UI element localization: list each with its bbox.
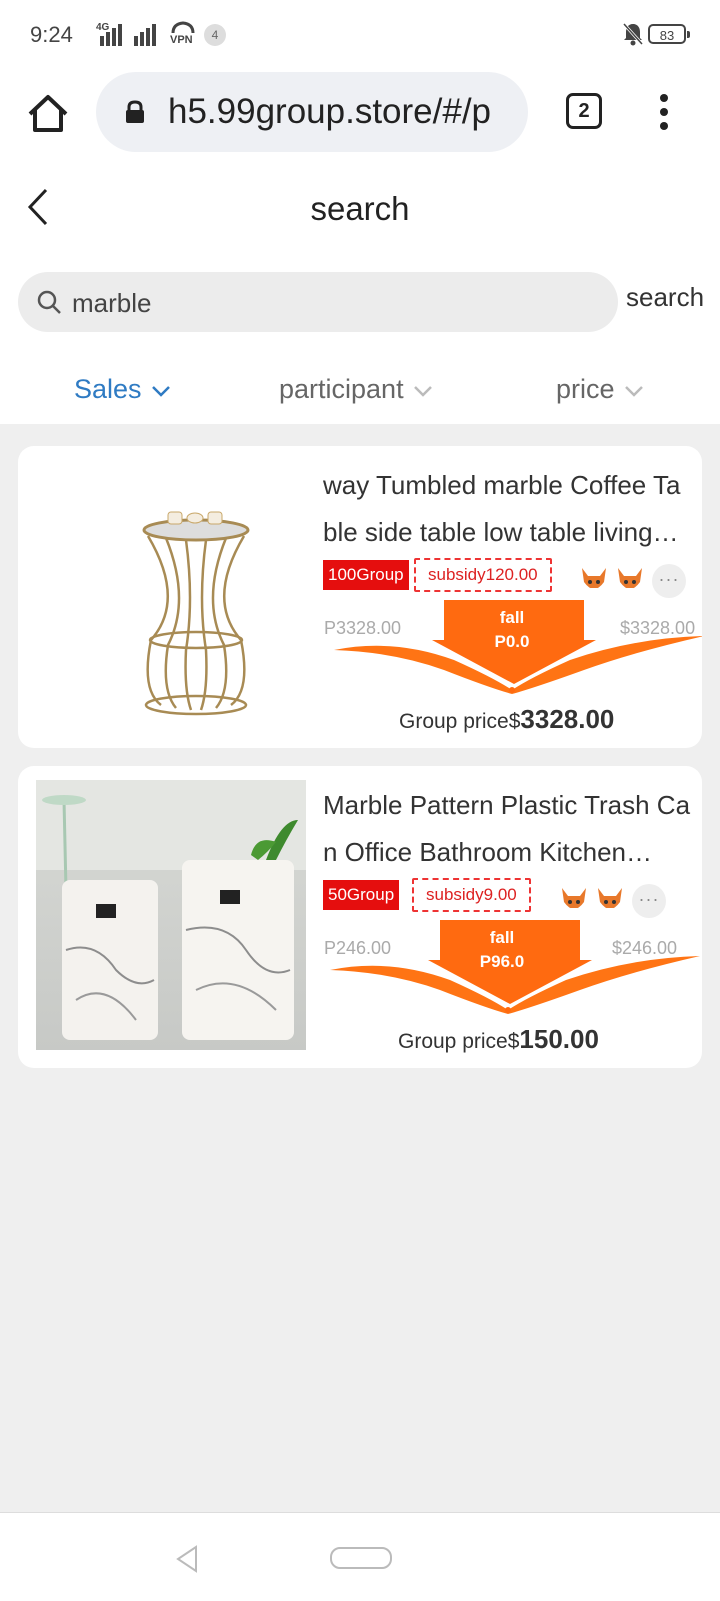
sort-tab-price[interactable]: price xyxy=(556,374,644,405)
group-badge: 100Group xyxy=(323,560,409,590)
group-badge: 50Group xyxy=(323,880,400,910)
fox-avatar-icon xyxy=(598,888,622,910)
url-text: h5.99group.store/#/p xyxy=(168,92,492,131)
search-input[interactable] xyxy=(70,282,594,324)
search-button[interactable]: search xyxy=(626,282,720,313)
sort-tab-label: price xyxy=(556,374,615,404)
sort-tab-label: participant xyxy=(279,374,404,404)
more-participants-button[interactable]: ··· xyxy=(652,564,686,598)
tab-switcher-button[interactable]: 2 xyxy=(566,93,602,129)
more-participants-button[interactable]: ··· xyxy=(632,884,666,918)
fall-label: fall xyxy=(489,928,515,947)
group-price-value: 150.00 xyxy=(519,1024,599,1054)
search-box[interactable] xyxy=(18,272,618,332)
page-header: search search Sales participant price xyxy=(0,168,720,424)
group-price-label: Group price$ xyxy=(398,1030,520,1053)
address-bar[interactable]: h5.99group.store/#/p xyxy=(96,72,528,152)
bell-off-icon xyxy=(622,22,644,46)
sort-tab-participant[interactable]: participant xyxy=(279,374,433,405)
group-price-label: Group price$ xyxy=(399,710,521,733)
nav-back-icon[interactable] xyxy=(174,1545,200,1573)
lock-icon xyxy=(126,100,144,123)
fall-value: P0.0 xyxy=(494,632,530,651)
status-bar: 9:24 4G VPN 4 83 xyxy=(0,0,720,70)
browser-toolbar: h5.99group.store/#/p 2 xyxy=(0,70,720,169)
sort-tab-label: Sales xyxy=(74,374,142,404)
nav-home-button[interactable] xyxy=(330,1547,392,1569)
chevron-down-icon xyxy=(625,385,643,397)
subsidy-badge: subsidy120.00 xyxy=(414,558,552,592)
home-icon[interactable] xyxy=(26,92,70,136)
group-price: Group price$150.00 xyxy=(398,1024,599,1055)
product-image-side-table xyxy=(36,460,306,730)
fox-avatar-icon xyxy=(618,568,642,590)
fall-value: P96.0 xyxy=(479,952,525,971)
page-title: search xyxy=(310,190,410,227)
signal-icon-2 xyxy=(134,24,156,46)
fox-avatar-icon xyxy=(582,568,606,590)
product-image-trash-can xyxy=(36,780,306,1050)
chevron-down-icon xyxy=(152,385,170,397)
product-card[interactable]: Marble Pattern Plastic Trash Can Office … xyxy=(18,766,702,1068)
fall-label: fall xyxy=(499,608,525,627)
chevron-down-icon xyxy=(414,385,432,397)
search-icon xyxy=(37,290,61,314)
battery-indicator: 83 xyxy=(648,24,690,44)
more-menu-icon[interactable] xyxy=(654,92,674,132)
product-title: way Tumbled marble Coffee Table side tab… xyxy=(323,470,681,547)
vpn-cloud-icon xyxy=(171,21,195,34)
system-nav-bar xyxy=(0,1512,720,1601)
sort-tab-sales[interactable]: Sales xyxy=(74,374,171,405)
signal-icon xyxy=(100,24,122,46)
fox-avatar-icon xyxy=(562,888,586,910)
group-price: Group price$3328.00 xyxy=(399,704,614,735)
status-time: 9:24 xyxy=(30,22,73,47)
subsidy-badge: subsidy9.00 xyxy=(412,878,531,912)
group-price-value: 3328.00 xyxy=(520,704,615,734)
notification-count: 4 xyxy=(204,24,226,46)
product-title: Marble Pattern Plastic Trash Can Office … xyxy=(323,790,691,867)
product-card[interactable]: way Tumbled marble Coffee Table side tab… xyxy=(18,446,702,748)
vpn-icon: VPN xyxy=(170,34,193,46)
